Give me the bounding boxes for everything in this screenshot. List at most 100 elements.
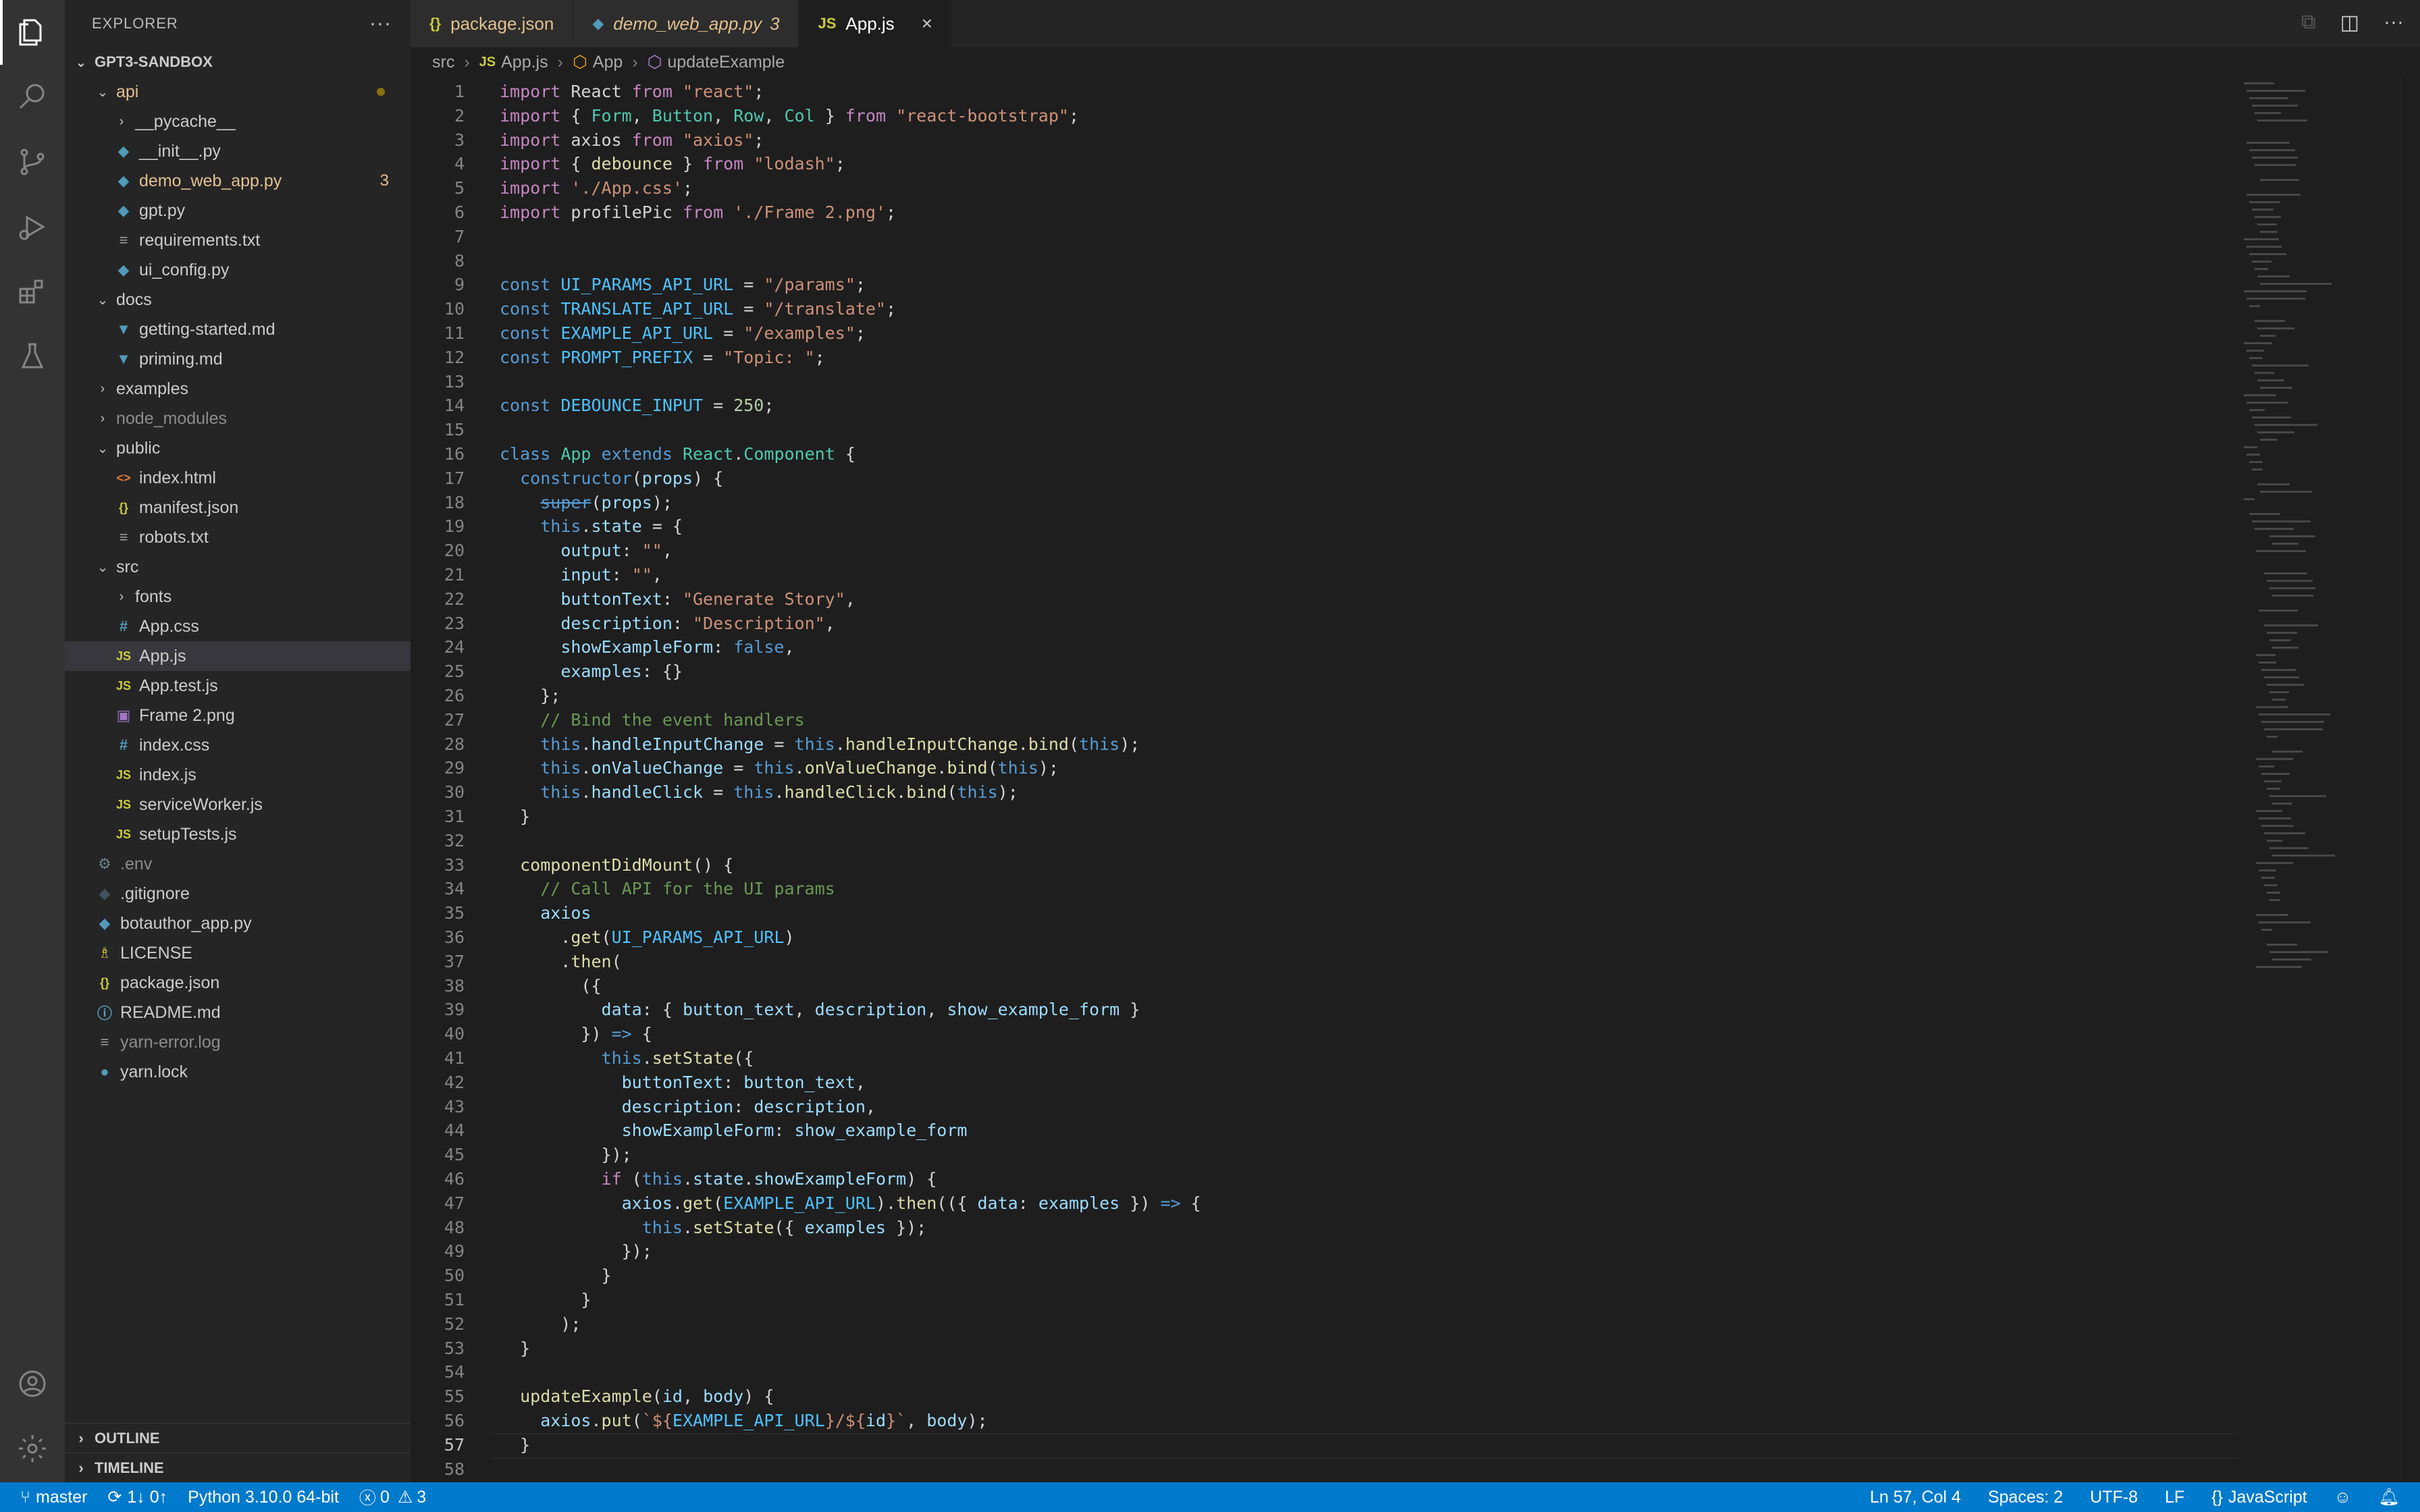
indentation[interactable]: Spaces: 2 bbox=[1988, 1488, 2063, 1507]
search-icon[interactable] bbox=[15, 80, 50, 115]
code-line[interactable]: 4 import { debounce } from "lodash"; bbox=[411, 152, 2234, 176]
code-line[interactable]: 8 bbox=[411, 249, 2234, 273]
tree-item[interactable]: {} manifest.json bbox=[65, 493, 411, 522]
code-line[interactable]: 19 this.state = { bbox=[411, 514, 2234, 539]
code-line[interactable]: 26 }; bbox=[411, 684, 2234, 708]
tree-item[interactable]: <> index.html bbox=[65, 463, 411, 493]
code-line[interactable]: 1 import React from "react"; bbox=[411, 80, 2234, 104]
code-line[interactable]: 16 class App extends React.Component { bbox=[411, 442, 2234, 466]
testing-icon[interactable] bbox=[15, 339, 50, 374]
code-line[interactable]: 29 this.onValueChange = this.onValueChan… bbox=[411, 756, 2234, 780]
code-line[interactable]: 6 import profilePic from './Frame 2.png'; bbox=[411, 200, 2234, 225]
code-line[interactable]: 38 ({ bbox=[411, 974, 2234, 998]
code-line[interactable]: 58 bbox=[411, 1457, 2234, 1482]
tree-item[interactable]: {} package.json bbox=[65, 968, 411, 998]
tree-item[interactable]: ≡ requirements.txt bbox=[65, 225, 411, 255]
problems-indicator[interactable]: ⓧ 0 ⚠ 3 bbox=[359, 1485, 426, 1509]
code-line[interactable]: 15 bbox=[411, 418, 2234, 442]
notifications-bell-icon[interactable]: 🔔︎ bbox=[2378, 1488, 2400, 1507]
tree-item[interactable]: JS App.test.js bbox=[65, 671, 411, 701]
editor-tab[interactable]: {} package.json bbox=[411, 0, 574, 47]
code-line[interactable]: 27 // Bind the event handlers bbox=[411, 708, 2234, 732]
code-line[interactable]: 40 }) => { bbox=[411, 1022, 2234, 1046]
code-line[interactable]: 20 output: "", bbox=[411, 539, 2234, 563]
editor-tab[interactable]: ◆ demo_web_app.py 3 bbox=[573, 0, 799, 47]
more-actions-icon[interactable]: ··· bbox=[2384, 11, 2404, 34]
breadcrumb-folder[interactable]: src bbox=[432, 53, 454, 72]
tree-item[interactable]: › examples bbox=[65, 374, 411, 404]
tree-item[interactable]: ⌄ public bbox=[65, 433, 411, 463]
code-line[interactable]: 17 constructor(props) { bbox=[411, 466, 2234, 491]
tree-item[interactable]: › __pycache__ bbox=[65, 107, 411, 136]
code-line[interactable]: 34 // Call API for the UI params bbox=[411, 877, 2234, 901]
language-mode[interactable]: {} JavaScript bbox=[2211, 1488, 2307, 1507]
code-line[interactable]: 48 this.setState({ examples }); bbox=[411, 1216, 2234, 1240]
cursor-position[interactable]: Ln 57, Col 4 bbox=[1870, 1488, 1961, 1507]
tree-item[interactable]: ≡ robots.txt bbox=[65, 522, 411, 552]
tree-item[interactable]: ▣ Frame 2.png bbox=[65, 701, 411, 730]
code-line[interactable]: 55 updateExample(id, body) { bbox=[411, 1384, 2234, 1409]
code-line[interactable]: 30 this.handleClick = this.handleClick.b… bbox=[411, 780, 2234, 805]
tree-item[interactable]: ≡ yarn-error.log bbox=[65, 1027, 411, 1057]
code-line[interactable]: 12 const PROMPT_PREFIX = "Topic: "; bbox=[411, 346, 2234, 370]
code-line[interactable]: 53 } bbox=[411, 1336, 2234, 1361]
tree-item[interactable]: JS App.js bbox=[65, 641, 411, 671]
code-line[interactable]: 14 const DEBOUNCE_INPUT = 250; bbox=[411, 394, 2234, 418]
tree-item[interactable]: ◆ ui_config.py bbox=[65, 255, 411, 285]
editor-tab[interactable]: JS App.js × bbox=[799, 0, 953, 47]
tree-item[interactable]: › fonts bbox=[65, 582, 411, 612]
code-line[interactable]: 13 bbox=[411, 370, 2234, 394]
code-line[interactable]: 35 axios bbox=[411, 901, 2234, 925]
breadcrumb-method[interactable]: updateExample bbox=[667, 53, 785, 72]
code-line[interactable]: 10 const TRANSLATE_API_URL = "/translate"… bbox=[411, 297, 2234, 321]
tree-item[interactable]: ⚙ .env bbox=[65, 849, 411, 879]
timeline-section[interactable]: › TIMELINE bbox=[65, 1453, 411, 1483]
branch-indicator[interactable]: ⑂ master bbox=[20, 1488, 87, 1507]
code-line[interactable]: 49 }); bbox=[411, 1239, 2234, 1264]
split-editor-icon[interactable]: ◫ bbox=[2340, 11, 2359, 34]
code-line[interactable]: 31 } bbox=[411, 805, 2234, 829]
code-line[interactable]: 52 ); bbox=[411, 1312, 2234, 1336]
project-root[interactable]: ⌄ GPT3-SANDBOX bbox=[65, 47, 411, 77]
end-of-line[interactable]: LF bbox=[2165, 1488, 2184, 1507]
code-line[interactable]: 36 .get(UI_PARAMS_API_URL) bbox=[411, 925, 2234, 950]
code-editor[interactable]: 1 import React from "react"; 2 import { For… bbox=[411, 77, 2237, 1482]
code-line[interactable]: 23 description: "Description", bbox=[411, 612, 2234, 636]
code-line[interactable]: 11 const EXAMPLE_API_URL = "/examples"; bbox=[411, 321, 2234, 346]
sync-indicator[interactable]: ⟳ 1↓ 0↑ bbox=[107, 1487, 167, 1507]
code-line[interactable]: 2 import { Form, Button, Row, Col } from … bbox=[411, 104, 2234, 128]
code-line[interactable]: 41 this.setState({ bbox=[411, 1046, 2234, 1071]
extensions-icon[interactable] bbox=[15, 274, 50, 309]
tree-item[interactable]: ◆ .gitignore bbox=[65, 879, 411, 909]
close-icon[interactable]: × bbox=[922, 13, 932, 34]
code-line[interactable]: 24 showExampleForm: false, bbox=[411, 635, 2234, 659]
tree-item[interactable]: ⌄ api bbox=[65, 77, 411, 107]
tree-item[interactable]: ♗ LICENSE bbox=[65, 938, 411, 968]
tree-item[interactable]: # index.css bbox=[65, 730, 411, 760]
tree-item[interactable]: JS index.js bbox=[65, 760, 411, 790]
tree-item[interactable]: ▼ priming.md bbox=[65, 344, 411, 374]
code-line[interactable]: 3 import axios from "axios"; bbox=[411, 128, 2234, 153]
minimap[interactable] bbox=[2237, 77, 2401, 1482]
code-line[interactable]: 21 input: "", bbox=[411, 563, 2234, 587]
code-line[interactable]: 47 axios.get(EXAMPLE_API_URL).then(({ da… bbox=[411, 1191, 2234, 1216]
code-line[interactable]: 25 examples: {} bbox=[411, 659, 2234, 684]
tree-item[interactable]: ◆ gpt.py bbox=[65, 196, 411, 225]
code-line[interactable]: 39 data: { button_text, description, sho… bbox=[411, 998, 2234, 1022]
code-line[interactable]: 45 }); bbox=[411, 1143, 2234, 1167]
code-line[interactable]: 5 import './App.css'; bbox=[411, 176, 2234, 200]
run-debug-icon[interactable] bbox=[15, 209, 50, 244]
code-line[interactable]: 18 super(props); bbox=[411, 491, 2234, 515]
tree-item[interactable]: ⌄ docs bbox=[65, 285, 411, 315]
breadcrumb-file[interactable]: App.js bbox=[501, 53, 548, 72]
code-line[interactable]: 37 .then( bbox=[411, 950, 2234, 974]
tree-item[interactable]: ⌄ src bbox=[65, 552, 411, 582]
tree-item[interactable]: ⓘ README.md bbox=[65, 998, 411, 1027]
code-line[interactable]: 7 bbox=[411, 225, 2234, 249]
code-line[interactable]: 43 description: description, bbox=[411, 1095, 2234, 1119]
encoding[interactable]: UTF-8 bbox=[2090, 1488, 2138, 1507]
settings-gear-icon[interactable] bbox=[15, 1431, 50, 1466]
editor-scrollbar[interactable] bbox=[2401, 77, 2420, 1482]
code-line[interactable]: 44 showExampleForm: show_example_form bbox=[411, 1118, 2234, 1143]
code-line[interactable]: 22 buttonText: "Generate Story", bbox=[411, 587, 2234, 612]
